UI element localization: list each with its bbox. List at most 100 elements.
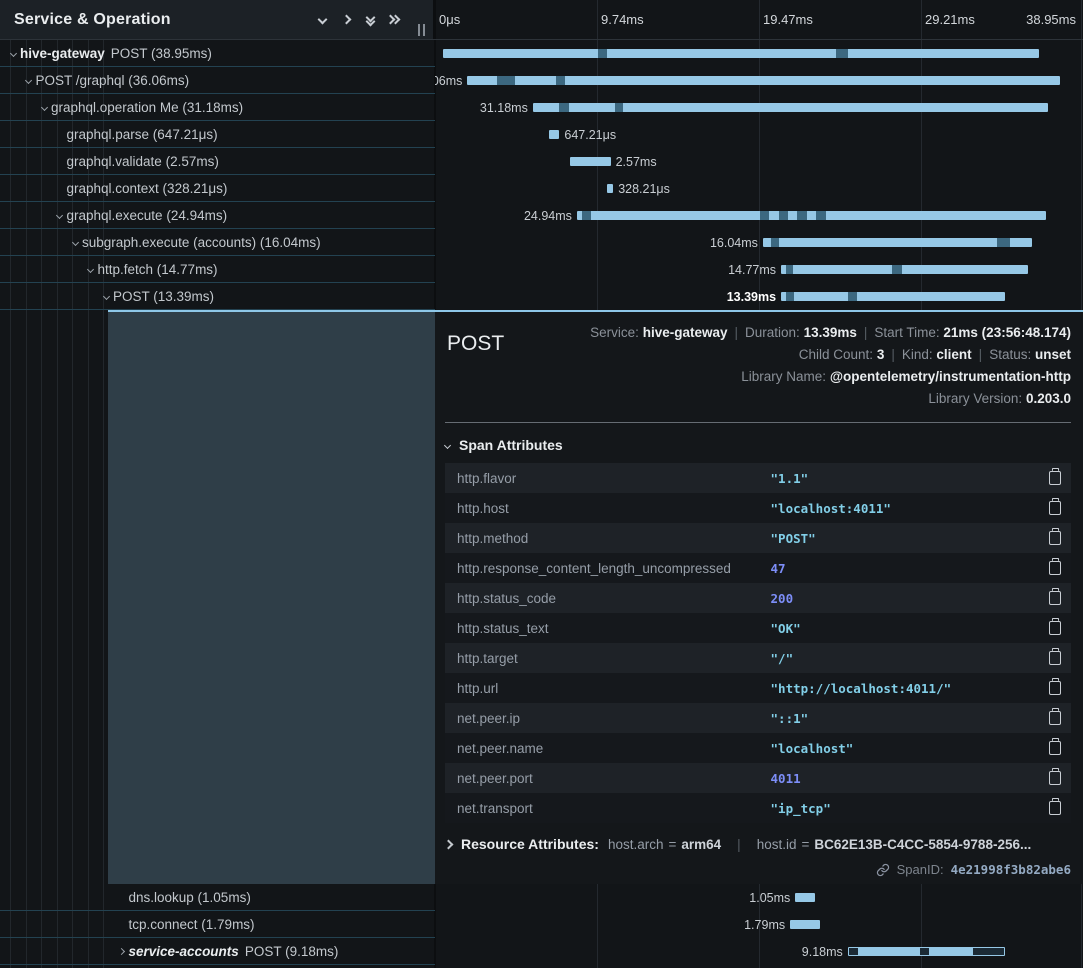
span-attributes-header[interactable]: Span Attributes [445, 437, 1071, 453]
span-tree-item[interactable]: http.fetch (14.77ms) [0, 256, 435, 283]
trace-row: graphql.validate (2.57ms)2.57ms [0, 148, 1083, 175]
span-tree-item[interactable]: dns.lookup (1.05ms) [0, 884, 435, 911]
attribute-row: http.flavor"1.1" [445, 463, 1071, 493]
detail-meta-line-2: Child Count: 3|Kind: client|Status: unse… [445, 344, 1071, 366]
span-operation-label: subgraph.execute (accounts) (16.04ms) [82, 235, 321, 250]
copy-icon[interactable] [1049, 651, 1061, 665]
timeline-ruler: 0μs9.74ms19.47ms29.21ms38.95ms [435, 0, 1083, 39]
span-bar-cell: 36.06ms [435, 67, 1083, 94]
copy-icon[interactable] [1049, 711, 1061, 725]
span-operation-label: POST (9.18ms) [245, 944, 339, 959]
span-duration-bar[interactable] [790, 920, 820, 929]
span-duration-bar[interactable] [848, 947, 1005, 956]
attribute-key: http.method [445, 531, 771, 546]
span-duration-bar[interactable] [533, 103, 1048, 112]
copy-icon[interactable] [1049, 741, 1061, 755]
bar-segment [892, 265, 902, 274]
copy-icon[interactable] [1049, 561, 1061, 575]
bar-segment [786, 265, 793, 274]
copy-icon[interactable] [1049, 501, 1061, 515]
span-tree-item[interactable]: graphql.operation Me (31.18ms) [0, 94, 435, 121]
span-duration-label: 36.06ms [435, 74, 467, 88]
attribute-value: "http://localhost:4011/" [771, 681, 1049, 696]
span-operation-label: http.fetch (14.77ms) [98, 262, 218, 277]
span-tree-item[interactable]: graphql.validate (2.57ms) [0, 148, 435, 175]
span-tree-item[interactable]: graphql.parse (647.21μs) [0, 121, 435, 148]
copy-icon[interactable] [1049, 801, 1061, 815]
span-rows-bottom: dns.lookup (1.05ms)1.05mstcp.connect (1.… [0, 884, 1083, 965]
copy-icon[interactable] [1049, 471, 1061, 485]
panel-resize-handle[interactable] [418, 24, 425, 36]
span-attributes-title: Span Attributes [459, 437, 563, 453]
chevron-down-icon [444, 441, 451, 448]
span-tree-item[interactable]: hive-gatewayPOST (38.95ms) [0, 40, 435, 67]
chevron-right-icon[interactable] [115, 949, 129, 954]
double-chevron-right-icon[interactable] [382, 8, 406, 32]
span-detail-row: POST Service: hive-gateway|Duration: 13.… [0, 310, 1083, 884]
span-bar-cell [435, 40, 1083, 67]
attribute-key: net.peer.ip [445, 711, 771, 726]
chevron-down-icon[interactable] [6, 51, 20, 56]
span-duration-bar[interactable] [577, 211, 1046, 220]
span-tree-item[interactable]: graphql.context (328.21μs) [0, 175, 435, 202]
detail-title: POST [447, 332, 504, 356]
trace-row: dns.lookup (1.05ms)1.05ms [0, 884, 1083, 911]
chevron-down-icon[interactable] [68, 240, 82, 245]
span-duration-bar[interactable] [781, 292, 1005, 301]
span-tree-item[interactable]: service-accountsPOST (9.18ms) [0, 938, 435, 965]
span-tree-item[interactable]: graphql.execute (24.94ms) [0, 202, 435, 229]
attribute-row: http.target"/" [445, 643, 1071, 673]
span-duration-bar[interactable] [443, 49, 1039, 58]
span-duration-bar[interactable] [795, 893, 815, 902]
span-duration-label: 1.79ms [744, 918, 790, 932]
copy-icon[interactable] [1049, 771, 1061, 785]
bar-segment [779, 211, 788, 220]
span-duration-bar[interactable] [549, 130, 559, 139]
attribute-key: http.response_content_length_uncompresse… [445, 561, 771, 576]
attribute-value: "/" [771, 651, 1049, 666]
chevron-down-icon[interactable] [99, 294, 113, 299]
bar-segment [816, 211, 825, 220]
span-bar-cell: 9.18ms [435, 938, 1083, 965]
attribute-row: http.status_code200 [445, 583, 1071, 613]
span-duration-bar[interactable] [467, 76, 1059, 85]
span-bar-cell: 2.57ms [435, 148, 1083, 175]
trace-row: graphql.execute (24.94ms) 24.94ms [0, 202, 1083, 229]
span-tree-item[interactable]: subgraph.execute (accounts) (16.04ms) [0, 229, 435, 256]
attribute-row: http.host"localhost:4011" [445, 493, 1071, 523]
chevron-down-icon[interactable] [84, 267, 98, 272]
span-operation-label: graphql.execute (24.94ms) [67, 208, 228, 223]
bar-segment [615, 103, 623, 112]
span-duration-label: 14.77ms [728, 263, 781, 277]
span-tree-item[interactable]: POST (13.39ms) [0, 283, 435, 310]
span-duration-label: 16.04ms [710, 236, 763, 250]
chevron-down-icon[interactable] [37, 105, 51, 110]
span-tree-item[interactable]: POST /graphql (36.06ms) [0, 67, 435, 94]
copy-icon[interactable] [1049, 531, 1061, 545]
link-icon[interactable] [876, 863, 890, 877]
chevron-right-icon[interactable] [334, 8, 358, 32]
span-duration-bar[interactable] [781, 265, 1028, 274]
resource-attributes-row[interactable]: Resource Attributes: host.arch=arm64 | h… [445, 836, 1071, 852]
timeline-tick-label: 38.95ms [1026, 12, 1076, 27]
copy-icon[interactable] [1049, 621, 1061, 635]
trace-viewer: Service & Operation 0μs9.74ms19.47ms29.2… [0, 0, 1083, 968]
trace-row: graphql.operation Me (31.18ms) 31.18ms [0, 94, 1083, 121]
span-duration-label: 9.18ms [802, 945, 848, 959]
attribute-value: "POST" [771, 531, 1049, 546]
span-bar-cell: 24.94ms [435, 202, 1083, 229]
copy-icon[interactable] [1049, 591, 1061, 605]
copy-icon[interactable] [1049, 681, 1061, 695]
chevron-down-icon[interactable] [22, 78, 36, 83]
chevron-down-icon[interactable] [310, 8, 334, 32]
attribute-value: "localhost" [771, 741, 1049, 756]
attribute-value: "localhost:4011" [771, 501, 1049, 516]
span-duration-bar[interactable] [570, 157, 611, 166]
double-chevron-down-icon[interactable] [358, 8, 382, 32]
span-duration-label: 31.18ms [480, 101, 533, 115]
chevron-down-icon[interactable] [53, 213, 67, 218]
timeline-tick-label: 29.21ms [925, 12, 975, 27]
attribute-key: http.status_text [445, 621, 771, 636]
span-tree-item[interactable]: tcp.connect (1.79ms) [0, 911, 435, 938]
span-duration-bar[interactable] [763, 238, 1032, 247]
